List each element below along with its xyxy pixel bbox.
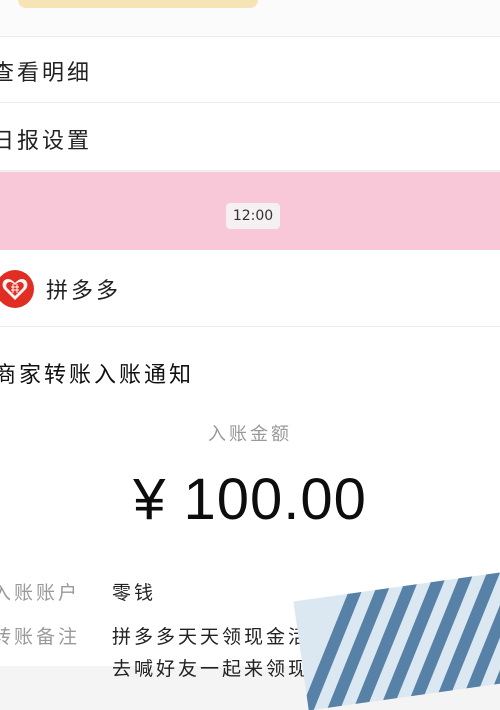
view-details-label: 查看明细 (0, 61, 93, 86)
merchant-header[interactable]: 拼多多 (0, 250, 500, 327)
notification-title: 商家转账入账通知 (0, 363, 195, 388)
account-value: 零钱 (112, 582, 157, 604)
daily-report-settings-label: 日报设置 (0, 129, 93, 154)
view-details-row[interactable]: 查看明细 (0, 37, 500, 103)
amount-label: 入账金额 (208, 424, 292, 445)
account-label: 入账账户 (0, 582, 81, 604)
timestamp: 12:00 (226, 203, 280, 229)
remark-value: 拼多多天天领现金活 (112, 626, 311, 648)
merchant-name: 拼多多 (46, 279, 122, 304)
top-decoration (18, 0, 258, 8)
pinduoduo-logo-icon (0, 270, 34, 308)
amount-value: ¥ 100.00 (133, 467, 367, 532)
remark-label: 转账备注 (0, 626, 81, 648)
daily-report-settings-row[interactable]: 日报设置 (0, 103, 500, 171)
top-bar (0, 0, 500, 37)
